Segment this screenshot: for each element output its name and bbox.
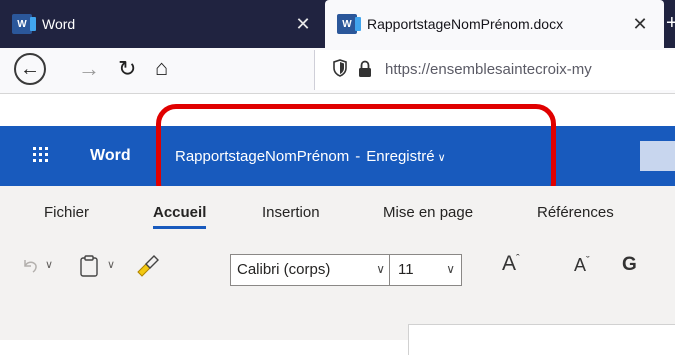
- chevron-down-icon[interactable]: ∨: [446, 262, 455, 276]
- caret-up-icon: ˆ: [516, 253, 520, 265]
- tab-references[interactable]: Références: [537, 204, 614, 221]
- browser-tab-document[interactable]: W RapportstageNomPrénom.docx ✕: [325, 0, 664, 48]
- home-toolbar: ∨ ∨ Calibri (corps) ∨ 11 ∨ Aˆ Aˇ G: [0, 238, 675, 294]
- tab-accueil[interactable]: Accueil: [153, 204, 207, 229]
- close-tab-icon[interactable]: ✕: [628, 14, 652, 35]
- reload-icon[interactable]: ↻: [118, 56, 136, 82]
- url-text[interactable]: https://ensemblesaintecroix-my: [385, 61, 592, 78]
- app-launcher-icon[interactable]: [33, 147, 49, 163]
- caret-down-icon: ˇ: [586, 255, 590, 267]
- format-painter-icon[interactable]: [134, 252, 160, 278]
- undo-icon[interactable]: [20, 256, 40, 276]
- back-arrow-icon[interactable]: ←: [14, 53, 46, 85]
- document-canvas: [0, 294, 675, 355]
- font-size-value: 11: [398, 261, 414, 278]
- ribbon-tabs: Fichier Accueil Insertion Mise en page R…: [0, 186, 675, 238]
- tab-fichier[interactable]: Fichier: [44, 204, 89, 221]
- browser-tab-strip: W Word ✕ W RapportstageNomPrénom.docx ✕ …: [0, 0, 675, 48]
- forward-arrow-icon[interactable]: →: [78, 56, 100, 82]
- paste-dropdown-chevron-icon[interactable]: ∨: [107, 258, 115, 271]
- browser-nav-bar: ← → ↻ ⌂ https://ensemblesaintecroix-my: [0, 48, 675, 94]
- close-tab-icon[interactable]: ✕: [291, 14, 315, 35]
- grow-font-label: A: [502, 252, 517, 275]
- shield-icon[interactable]: [333, 59, 347, 77]
- grow-font-button[interactable]: Aˆ: [502, 252, 520, 276]
- home-icon[interactable]: ⌂: [155, 55, 168, 81]
- font-size-select[interactable]: 11 ∨: [389, 254, 462, 286]
- browser-tab-word[interactable]: W Word ✕: [0, 0, 325, 48]
- search-box[interactable]: [640, 141, 675, 171]
- font-name-select[interactable]: Calibri (corps) ∨: [230, 254, 390, 286]
- font-name-value: Calibri (corps): [237, 261, 331, 278]
- bold-button[interactable]: G: [622, 254, 637, 276]
- lock-icon[interactable]: [358, 60, 372, 78]
- app-name[interactable]: Word: [90, 147, 131, 165]
- word-favicon-icon: W: [337, 14, 361, 34]
- url-bar[interactable]: https://ensemblesaintecroix-my: [314, 50, 675, 90]
- shrink-font-label: A: [574, 255, 587, 275]
- tab-mise-en-page[interactable]: Mise en page: [383, 204, 473, 221]
- chevron-down-icon[interactable]: ∨: [376, 262, 385, 276]
- tab-insertion[interactable]: Insertion: [262, 204, 320, 221]
- shrink-font-button[interactable]: Aˇ: [574, 255, 590, 276]
- tab-title: Word: [42, 16, 76, 32]
- word-favicon-icon: W: [12, 14, 36, 34]
- tab-title: RapportstageNomPrénom.docx: [367, 16, 564, 32]
- undo-dropdown-chevron-icon[interactable]: ∨: [45, 258, 53, 271]
- new-tab-icon[interactable]: +: [666, 12, 675, 35]
- paste-clipboard-icon[interactable]: [78, 254, 100, 278]
